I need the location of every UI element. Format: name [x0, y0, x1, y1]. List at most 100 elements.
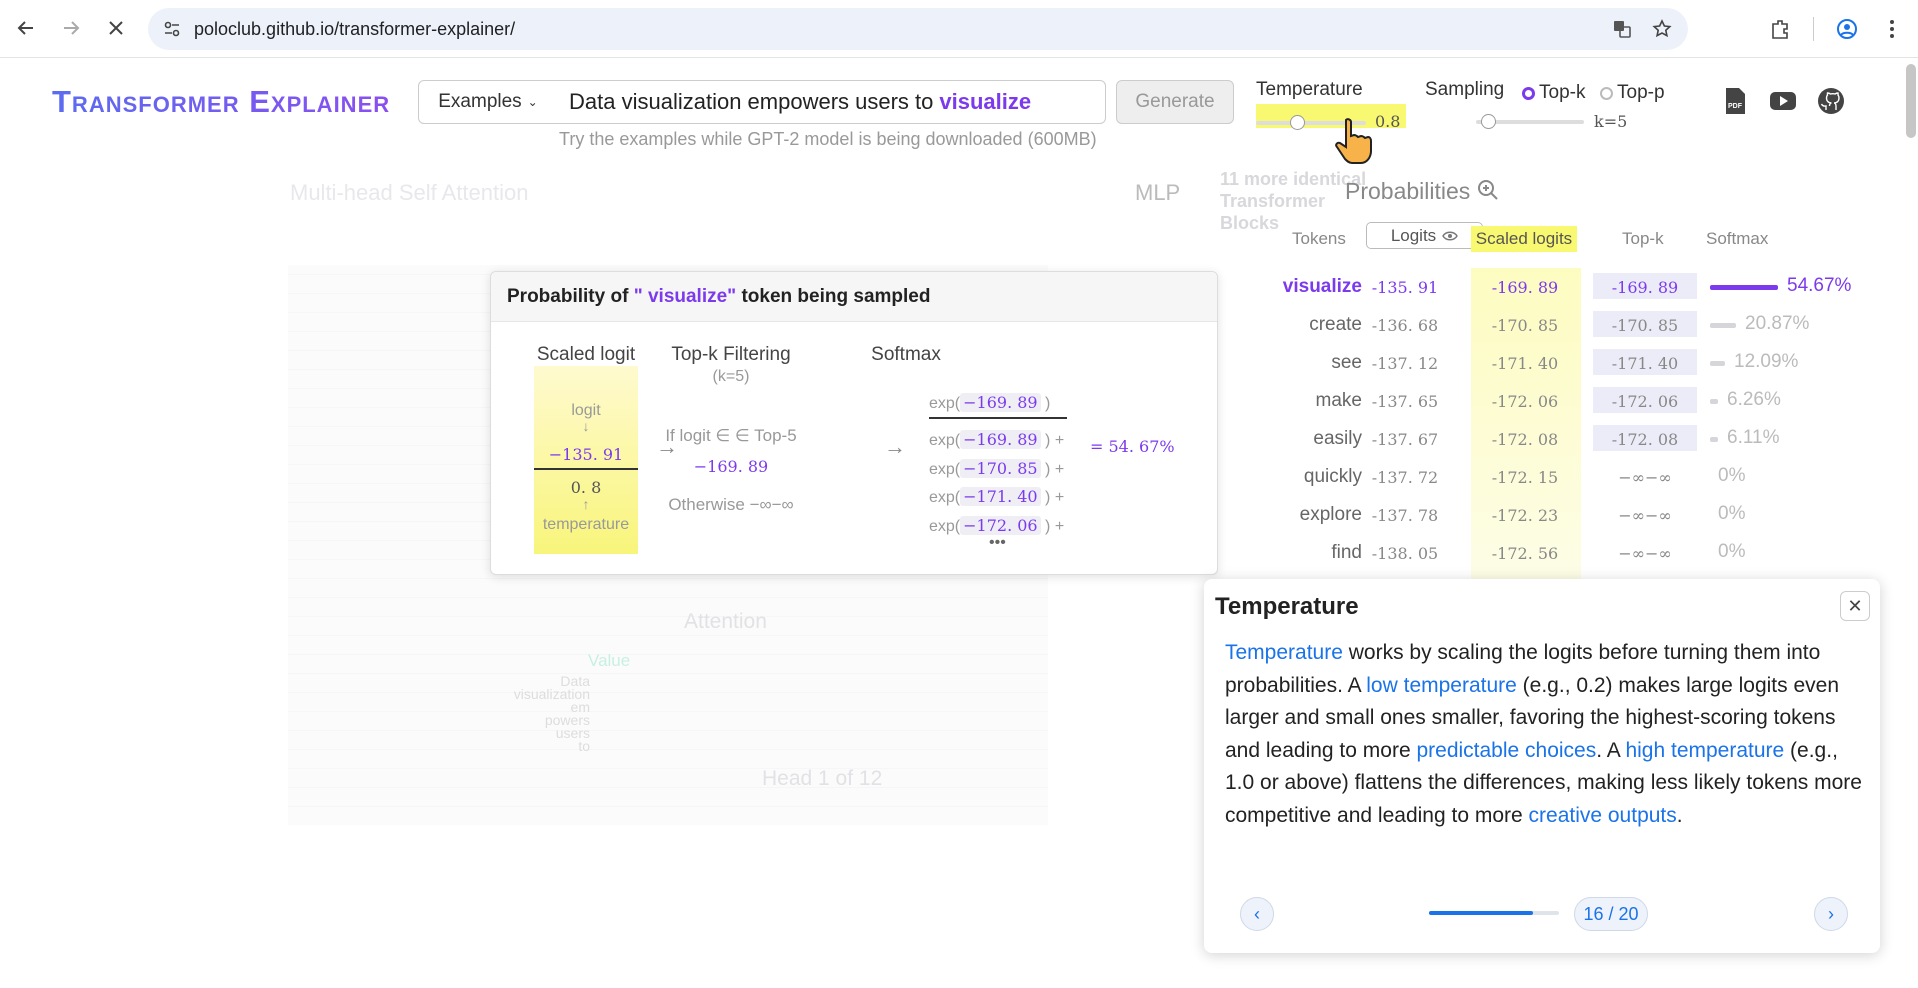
more-menu-icon[interactable] [1880, 17, 1904, 41]
logit-cell: -137. 78 [1371, 506, 1439, 525]
probability-row[interactable]: explore -137. 78 -172. 23 −∞−∞ 0% [1220, 496, 1870, 534]
logit-cell: -137. 67 [1371, 430, 1439, 449]
attention-section-title: Multi-head Self Attention [290, 180, 529, 205]
probability-row[interactable]: find -138. 05 -172. 56 −∞−∞ 0% [1220, 534, 1870, 572]
toolbar-divider [1813, 17, 1814, 41]
address-bar[interactable]: poloclub.github.io/transformer-explainer… [148, 8, 1688, 50]
scaled-logit-cell: -172. 56 [1491, 544, 1559, 563]
probability-row[interactable]: see -137. 12 -171. 40 -171. 40 12.09% [1220, 344, 1870, 382]
github-icon[interactable] [1816, 86, 1846, 116]
probability-bar [1710, 361, 1725, 366]
card-description: Temperature works by scaling the logits … [1225, 637, 1865, 832]
glossary-link[interactable]: Temperature [1225, 641, 1343, 664]
topp-label: Top-p [1617, 82, 1665, 103]
radio-checked-icon [1522, 86, 1535, 100]
plus-sign: ) + [1040, 460, 1065, 478]
token-cell: visualize [1282, 276, 1362, 297]
forward-icon[interactable] [55, 12, 87, 44]
card-title: Temperature [1215, 593, 1359, 620]
site-settings-icon[interactable] [162, 19, 182, 39]
pdf-icon[interactable]: PDF [1720, 86, 1750, 116]
next-step-button[interactable]: › [1814, 897, 1848, 931]
exp-label: exp( [929, 517, 961, 535]
sampling-label: Sampling [1425, 79, 1505, 100]
glossary-link[interactable]: low temperature [1366, 674, 1517, 697]
k-slider-handle[interactable] [1481, 114, 1496, 129]
exp-label: exp( [929, 432, 961, 449]
denominator-value: −170. 85 [960, 458, 1041, 478]
probability-row[interactable]: make -137. 65 -172. 06 -172. 06 6.26% [1220, 382, 1870, 420]
url-text[interactable]: poloclub.github.io/transformer-explainer… [194, 19, 515, 40]
right-arrow-icon: → [884, 434, 906, 459]
topk-cell: -172. 06 [1593, 387, 1697, 413]
topk-cell: -170. 85 [1593, 311, 1697, 337]
probability-row[interactable]: quickly -137. 72 -172. 15 −∞−∞ 0% [1220, 458, 1870, 496]
topk-cell: −∞−∞ [1618, 468, 1672, 487]
logits-toggle-button[interactable]: Logits [1366, 222, 1483, 249]
glossary-link[interactable]: predictable choices [1416, 739, 1596, 762]
numerator-value: −169. 89 [960, 393, 1041, 412]
exp-label: exp( [929, 395, 961, 412]
scaled-logit-cell: -172. 08 [1491, 430, 1559, 449]
denominator-term: exp(−170. 85 ) + [929, 455, 1089, 484]
scaled-logit-cell: -172. 15 [1491, 468, 1559, 487]
temperature-info-card: Temperature ✕ Temperature works by scali… [1204, 579, 1880, 953]
logit-cell: -137. 72 [1371, 468, 1439, 487]
glossary-link[interactable]: high temperature [1625, 739, 1784, 762]
page-scrollbar[interactable] [1906, 64, 1916, 138]
close-icon[interactable]: ✕ [1840, 591, 1870, 621]
plus-sign: ) + [1040, 517, 1065, 535]
zoom-in-icon[interactable] [1477, 179, 1499, 201]
glossary-link[interactable]: creative outputs [1529, 804, 1677, 827]
k-value: k=5 [1594, 112, 1628, 131]
probability-value: 0% [1718, 465, 1746, 486]
probability-row[interactable]: create -136. 68 -170. 85 -170. 85 20.87% [1220, 306, 1870, 344]
probability-value: 0% [1718, 541, 1746, 562]
if-condition: If logit ∈ ∈ Top-5 [665, 426, 797, 445]
denominator-value: −169. 89 [960, 430, 1041, 449]
scaled-logit-heading: Scaled logit [536, 344, 636, 365]
previous-step-button[interactable]: ‹ [1240, 897, 1274, 931]
topk-label: Top-k [1539, 82, 1586, 103]
topk-radio[interactable]: Top-k [1522, 82, 1585, 104]
probability-row[interactable]: visualize -135. 91 -169. 89 -169. 89 54.67% [1220, 268, 1870, 306]
app-logo[interactable]: Transformer Explainer [52, 84, 390, 120]
tour-progress-fill [1429, 911, 1533, 915]
if-value: −169. 89 [693, 457, 769, 476]
probability-value: 0% [1718, 503, 1746, 524]
translate-icon[interactable] [1610, 17, 1634, 41]
tokens-header: Tokens [1292, 229, 1346, 248]
back-icon[interactable] [10, 12, 42, 44]
popup-title-suffix: token being sampled [741, 286, 931, 307]
denominator-term: exp(−172. 06 ) + [929, 512, 1089, 541]
bookmark-star-icon[interactable] [1650, 17, 1674, 41]
temperature-slider-handle[interactable] [1290, 115, 1305, 130]
extensions-icon[interactable] [1768, 17, 1792, 41]
popup-title-token: " visualize" [633, 286, 737, 307]
softmax-denominator: exp(−169. 89 ) + exp(−170. 85 ) + exp(−171… [929, 426, 1089, 540]
chevron-down-icon: ⌄ [527, 95, 538, 109]
probability-value: 6.11% [1727, 427, 1780, 448]
prompt-input[interactable]: Data visualization empowers users to vis… [557, 80, 1106, 124]
probability-row[interactable]: easily -137. 67 -172. 08 -172. 08 6.11% [1220, 420, 1870, 458]
profile-icon[interactable] [1835, 17, 1859, 41]
scaled-logit-cell: -169. 89 [1491, 278, 1559, 297]
tour-progress-bar [1429, 911, 1559, 915]
topp-radio[interactable]: Top-p [1600, 82, 1665, 104]
attention-label: Attention [684, 610, 767, 633]
softmax-heading: Softmax [871, 344, 941, 365]
probabilities-title-text: Probabilities [1345, 178, 1471, 204]
up-arrow-icon: ↑ [582, 496, 590, 512]
probability-bar [1710, 437, 1718, 442]
youtube-icon[interactable] [1768, 86, 1798, 116]
card-text: . A [1596, 738, 1626, 762]
generate-button[interactable]: Generate [1116, 80, 1234, 124]
examples-dropdown[interactable]: Examples ⌄ [418, 80, 558, 124]
probability-value: 54.67% [1787, 275, 1852, 296]
scaled-logit-cell: -171. 40 [1491, 354, 1559, 373]
probability-value: 20.87% [1745, 313, 1810, 334]
stop-loading-icon[interactable] [100, 12, 132, 44]
topk-header: Top-k [1622, 229, 1664, 248]
exp-label: exp( [929, 489, 961, 506]
probabilities-title: Probabilities [1345, 178, 1499, 205]
